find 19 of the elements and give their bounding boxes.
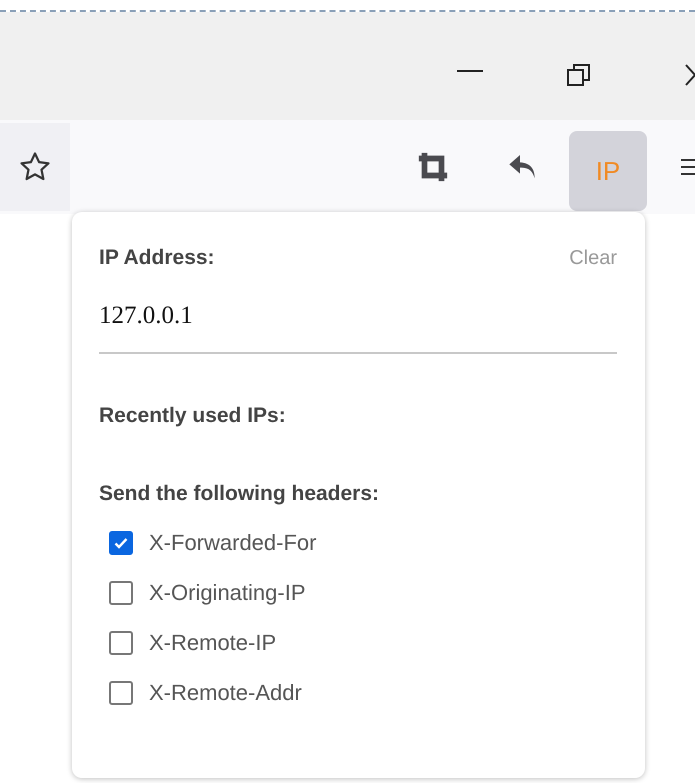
recent-ips-heading: Recently used IPs:: [99, 404, 287, 428]
ip-address-field[interactable]: 127.0.0.1: [99, 296, 617, 354]
clear-link[interactable]: Clear: [569, 247, 617, 270]
header-checkbox[interactable]: [109, 531, 133, 555]
header-checkbox[interactable]: [109, 631, 133, 655]
header-label: X-Originating-IP: [149, 580, 306, 606]
header-label: X-Remote-Addr: [149, 680, 302, 706]
restore-icon[interactable]: [566, 62, 592, 88]
header-label: X-Forwarded-For: [149, 530, 316, 556]
ip-address-label: IP Address:: [99, 246, 215, 270]
ip-extension-button[interactable]: IP: [569, 131, 647, 211]
minimize-icon[interactable]: [455, 68, 485, 74]
close-icon[interactable]: [685, 64, 695, 86]
menu-icon[interactable]: [679, 156, 695, 178]
header-label: X-Remote-IP: [149, 630, 276, 656]
header-checkbox[interactable]: [109, 581, 133, 605]
crop-icon[interactable]: [416, 150, 450, 184]
headers-heading: Send the following headers:: [99, 482, 380, 506]
header-checkbox[interactable]: [109, 681, 133, 705]
